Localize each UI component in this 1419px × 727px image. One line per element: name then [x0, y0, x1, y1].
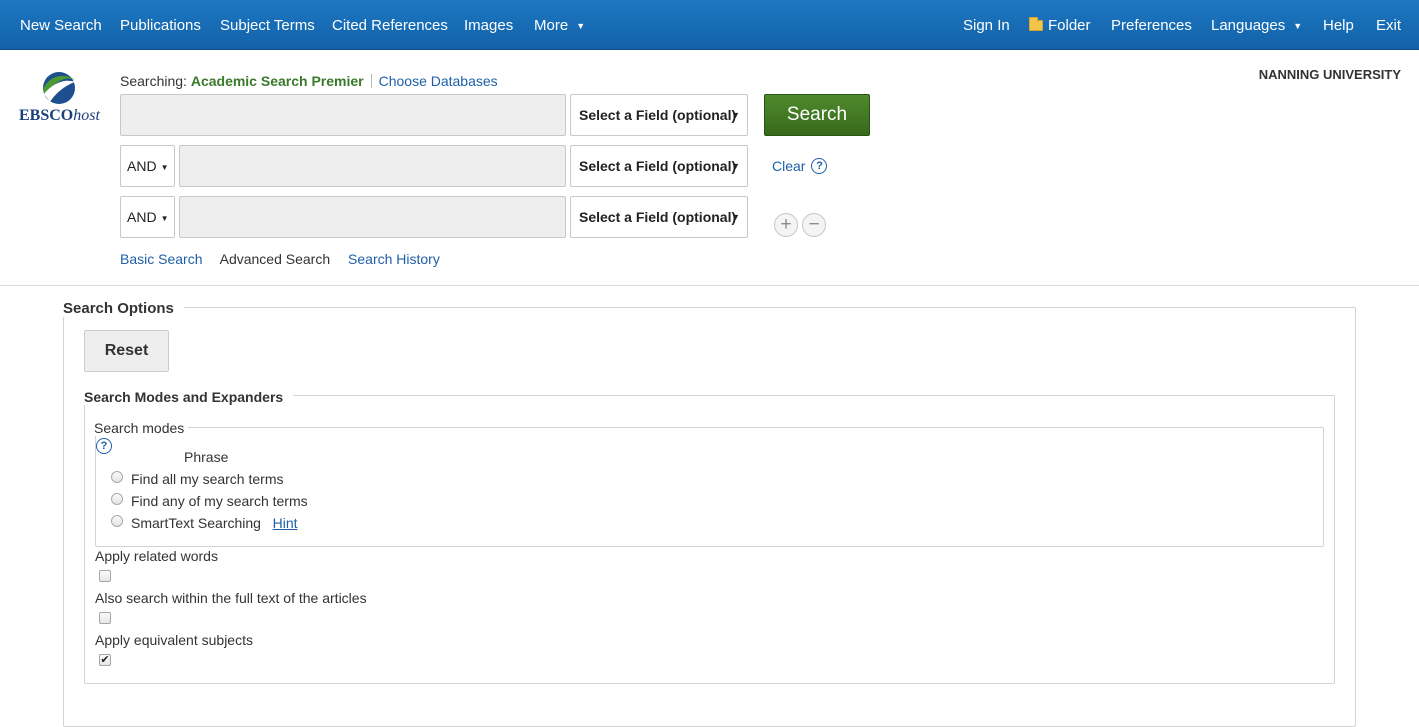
logo-ebsco: EBSCO: [19, 107, 74, 124]
radio-label-smarttext: SmartText Searching Hint: [131, 515, 298, 531]
caret-down-icon: ▼: [160, 214, 169, 223]
smarttext-label: SmartText Searching: [131, 515, 261, 531]
checkmark-icon: ✔: [100, 654, 110, 666]
expander-label-equivalent-subjects: Apply equivalent subjects: [95, 632, 253, 648]
field-select-label: Select a Field (optional): [579, 158, 737, 174]
separator: [370, 74, 372, 88]
nav-publications[interactable]: Publications: [120, 0, 201, 50]
search-options-legend: Search Options: [63, 300, 184, 317]
logo-host: host: [73, 107, 100, 124]
checkbox-related-words[interactable]: [99, 570, 111, 582]
caret-down-icon: ▼: [731, 212, 740, 222]
caret-down-icon: ▼: [160, 163, 169, 172]
searching-line: Searching: Academic Search Premier Choose…: [120, 72, 498, 89]
nav-subject-terms[interactable]: Subject Terms: [220, 0, 315, 50]
nav-languages[interactable]: Languages ▼: [1211, 0, 1302, 50]
nav-preferences[interactable]: Preferences: [1111, 0, 1192, 50]
radio-find-all[interactable]: [111, 471, 123, 483]
nav-exit[interactable]: Exit: [1376, 0, 1401, 50]
help-icon[interactable]: ?: [811, 158, 828, 174]
nav-folder[interactable]: Folder: [1029, 0, 1091, 50]
boolean-operator-label: AND: [127, 209, 157, 225]
add-row-plus-icon[interactable]: +: [774, 213, 798, 237]
checkbox-full-text[interactable]: [99, 612, 111, 624]
ebsco-logo-text: EBSCOhost: [19, 107, 100, 125]
nav-more-label: More: [534, 17, 569, 34]
caret-down-icon: ▼: [731, 110, 740, 120]
nav-help[interactable]: Help: [1323, 0, 1354, 50]
caret-down-icon: ▼: [576, 21, 586, 31]
field-select-2[interactable]: Select a Field (optional) ▼: [570, 145, 748, 187]
clear-control: Clear?: [772, 158, 828, 176]
caret-down-icon: ▼: [731, 161, 740, 171]
search-modes-legend: Search modes: [94, 420, 189, 436]
choose-databases-link[interactable]: Choose Databases: [379, 73, 498, 89]
radio-label-find-any: Find any of my search terms: [131, 493, 308, 509]
checkbox-equivalent-subjects[interactable]: ✔: [99, 654, 111, 666]
search-input-1[interactable]: [120, 94, 566, 136]
field-select-3[interactable]: Select a Field (optional) ▼: [570, 196, 748, 238]
search-input-3[interactable]: [179, 196, 566, 238]
search-history-link[interactable]: Search History: [348, 251, 440, 267]
clear-link[interactable]: Clear: [772, 158, 805, 174]
nav-folder-label: Folder: [1048, 17, 1091, 34]
remove-row-minus-icon[interactable]: −: [802, 213, 826, 237]
caret-down-icon: ▼: [1293, 21, 1303, 31]
advanced-search-label: Advanced Search: [219, 251, 331, 267]
search-input-2[interactable]: [179, 145, 566, 187]
top-nav-bar: New Search Publications Subject Terms Ci…: [0, 0, 1419, 50]
nav-new-search[interactable]: New Search: [20, 0, 102, 50]
nav-cited-references[interactable]: Cited References: [332, 0, 448, 50]
nav-sign-in[interactable]: Sign In: [963, 0, 1010, 50]
boolean-operator-2[interactable]: AND ▼: [120, 145, 175, 187]
expander-label-related-words: Apply related words: [95, 548, 218, 564]
expander-label-full-text: Also search within the full text of the …: [95, 590, 367, 606]
boolean-operator-3[interactable]: AND ▼: [120, 196, 175, 238]
reset-button[interactable]: Reset: [84, 330, 169, 372]
search-mode-links: Basic Search Advanced Search Search Hist…: [120, 251, 454, 267]
radio-smarttext[interactable]: [111, 515, 123, 527]
search-modes-help-icon[interactable]: ?: [96, 438, 112, 454]
search-modes-expanders-legend: Search Modes and Expanders: [84, 389, 294, 405]
nav-languages-label: Languages: [1211, 17, 1286, 34]
nav-images[interactable]: Images: [464, 0, 513, 50]
nav-more[interactable]: More ▼: [534, 0, 585, 50]
header-divider: [0, 285, 1419, 286]
field-select-label: Select a Field (optional): [579, 209, 737, 225]
radio-label-find-all: Find all my search terms: [131, 471, 284, 487]
institution-name: NANNING UNIVERSITY: [1258, 67, 1401, 82]
search-button[interactable]: Search: [764, 94, 870, 136]
field-select-1[interactable]: Select a Field (optional) ▼: [570, 94, 748, 136]
hint-link[interactable]: Hint: [273, 515, 298, 531]
folder-icon: [1029, 17, 1043, 31]
searching-label: Searching:: [120, 73, 187, 89]
radio-label-phrase: Phrase: [184, 449, 229, 465]
database-name: Academic Search Premier: [190, 73, 364, 89]
boolean-operator-label: AND: [127, 158, 157, 174]
radio-find-any[interactable]: [111, 493, 123, 505]
basic-search-link[interactable]: Basic Search: [120, 251, 202, 267]
field-select-label: Select a Field (optional): [579, 107, 737, 123]
